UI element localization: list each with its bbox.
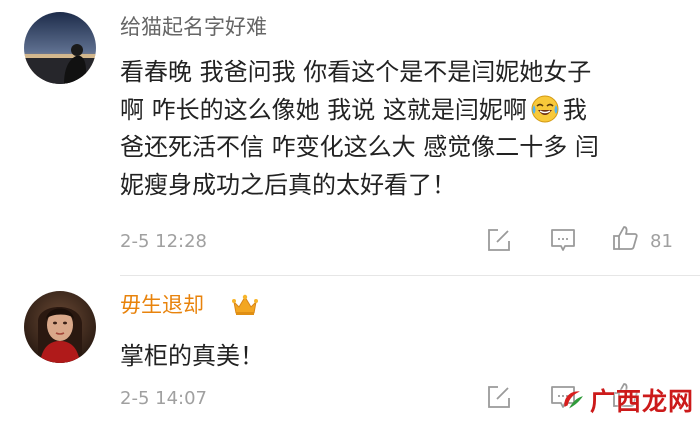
timestamp: 2-5 14:07 <box>120 388 207 409</box>
watermark-logo-icon <box>564 391 583 409</box>
comment-line-text: 啊 咋长的这么像她 我说 这就是闫妮啊 <box>120 95 527 124</box>
comment-item: 给猫起名字好难 看春晚 我爸问我 你看这个是不是闫妮她女子 啊 咋长的这么像她 … <box>0 0 700 275</box>
avatar-image <box>24 12 96 84</box>
avatar[interactable] <box>24 12 96 84</box>
comment-line-text: 我 <box>562 95 587 124</box>
username[interactable]: 毋生退却 <box>120 292 204 318</box>
username[interactable]: 给猫起名字好难 <box>120 14 267 40</box>
crying-laughing-emoji <box>531 95 559 122</box>
comment-text: 看春晚 我爸问我 你看这个是不是闫妮她女子 啊 咋长的这么像她 我说 这就是闫妮… <box>120 54 685 204</box>
timestamp: 2-5 12:28 <box>120 231 207 252</box>
thumbs-up-icon[interactable] <box>612 225 638 251</box>
comment-line: 看春晚 我爸问我 你看这个是不是闫妮她女子 <box>120 58 592 86</box>
avatar-image <box>24 291 96 363</box>
comment-feed: 给猫起名字好难 看春晚 我爸问我 你看这个是不是闫妮她女子 啊 咋长的这么像她 … <box>0 0 700 429</box>
comment-text: 掌柜的真美！ <box>120 342 264 370</box>
like-count: 81 <box>650 231 673 252</box>
edit-square-icon[interactable] <box>486 227 512 253</box>
comment-line: 妮瘦身成功之后真的太好看了！ <box>120 170 456 199</box>
watermark: 广西龙网 <box>560 378 694 422</box>
crown-icon <box>232 294 258 316</box>
comment-line: 爸还死活不信 咋变化这么大 感觉像二十多 闫 <box>120 133 599 161</box>
comment-bubble-icon[interactable] <box>550 227 576 253</box>
edit-square-icon[interactable] <box>486 384 512 410</box>
avatar[interactable] <box>24 291 96 363</box>
comment-line: 啊 咋长的这么像她 我说 这就是闫妮啊 我 <box>120 92 685 130</box>
watermark-text: 广西龙网 <box>589 387 694 416</box>
